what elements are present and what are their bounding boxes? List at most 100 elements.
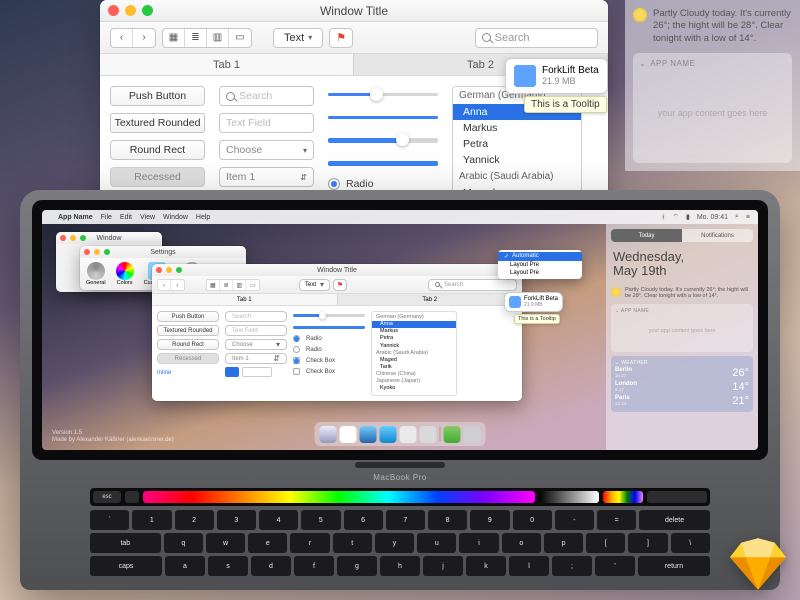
key[interactable]: O	[502, 533, 541, 553]
key[interactable]: Q	[164, 533, 203, 553]
mail-icon[interactable]	[380, 426, 397, 443]
key[interactable]: Y	[375, 533, 414, 553]
text-dropdown[interactable]: Text▾	[273, 28, 323, 48]
tb-gray-slider[interactable]	[539, 491, 599, 503]
menu-window[interactable]: Window	[163, 214, 188, 221]
key[interactable]: 3	[217, 510, 256, 530]
key[interactable]: U	[417, 533, 456, 553]
key[interactable]: 4	[259, 510, 298, 530]
menu-item[interactable]: Layout Pre	[498, 269, 582, 277]
popup-menu[interactable]: ✓Automatic Layout Pre Layout Pre	[498, 250, 582, 279]
list-item[interactable]: Petra	[453, 136, 581, 152]
tab-1[interactable]: Tab 1	[100, 54, 354, 75]
app-icon[interactable]	[420, 426, 437, 443]
tb-button[interactable]	[125, 491, 139, 503]
nav-segment[interactable]: ‹›	[110, 28, 156, 48]
key[interactable]: '	[595, 556, 635, 576]
flag-button[interactable]: ⚑	[329, 28, 353, 48]
slider-1[interactable]	[328, 86, 438, 102]
wifi-icon[interactable]: ⌔	[672, 213, 679, 222]
key[interactable]: F	[294, 556, 334, 576]
slider-2[interactable]	[328, 109, 438, 125]
key[interactable]: ]	[628, 533, 667, 553]
key[interactable]: 2	[175, 510, 214, 530]
touch-bar[interactable]: esc	[90, 488, 710, 506]
key[interactable]: 9	[470, 510, 509, 530]
nc-icon[interactable]: ≡	[746, 214, 750, 221]
battery-icon[interactable]: ▮	[686, 213, 690, 221]
chevron-left-icon[interactable]: ‹	[111, 29, 133, 47]
toolbar-search[interactable]: Search	[428, 279, 517, 291]
list-item[interactable]: Markus	[453, 120, 581, 136]
search-icon[interactable]: ⌕	[735, 213, 739, 221]
dock[interactable]	[315, 422, 486, 446]
list-item[interactable]: Yannick	[453, 152, 581, 168]
search-field[interactable]: Search	[219, 86, 314, 106]
key[interactable]: W	[206, 533, 245, 553]
key[interactable]: E	[248, 533, 287, 553]
tb-color-slider[interactable]	[143, 491, 535, 503]
key[interactable]: 7	[386, 510, 425, 530]
menu-view[interactable]: View	[140, 214, 155, 221]
key[interactable]: ;	[552, 556, 592, 576]
list-view-icon[interactable]: ≣	[185, 29, 207, 47]
app-icon[interactable]	[340, 426, 357, 443]
key[interactable]: \	[671, 533, 710, 553]
menu-help[interactable]: Help	[196, 214, 210, 221]
tab-1[interactable]: Tab 1	[152, 294, 338, 305]
folder-icon[interactable]	[444, 426, 461, 443]
key[interactable]: T	[333, 533, 372, 553]
menu-edit[interactable]: Edit	[120, 214, 132, 221]
nc-tabs[interactable]: TodayNotifications	[611, 229, 753, 242]
tb-esc[interactable]: esc	[93, 491, 121, 503]
menu-item[interactable]: ✓Automatic	[498, 252, 582, 261]
key[interactable]: 8	[428, 510, 467, 530]
key[interactable]: P	[544, 533, 583, 553]
radio-selected[interactable]: Radio	[328, 178, 438, 190]
column-view-icon[interactable]: ▥	[207, 29, 229, 47]
tb-control-strip[interactable]	[647, 491, 707, 503]
key[interactable]: H	[380, 556, 420, 576]
key[interactable]: K	[466, 556, 506, 576]
key[interactable]: [	[586, 533, 625, 553]
key[interactable]: 5	[301, 510, 340, 530]
key[interactable]: =	[597, 510, 636, 530]
roundrect-button[interactable]: Round Rect	[110, 140, 205, 160]
gallery-view-icon[interactable]: ▭	[229, 29, 251, 47]
nav-segment[interactable]: ‹›	[157, 279, 185, 291]
slider-4[interactable]	[328, 155, 438, 171]
key[interactable]: tab	[90, 533, 161, 553]
key[interactable]: S	[208, 556, 248, 576]
slider-3[interactable]	[328, 132, 438, 148]
toolbar-search[interactable]: Search	[475, 28, 598, 48]
view-segment[interactable]: ▦≣▥▭	[206, 279, 260, 291]
app-icon[interactable]	[400, 426, 417, 443]
textured-button[interactable]: Textured Rounded	[110, 113, 205, 133]
key[interactable]: I	[459, 533, 498, 553]
key[interactable]: delete	[639, 510, 710, 530]
key[interactable]: J	[423, 556, 463, 576]
key[interactable]: 0	[513, 510, 552, 530]
item-popup[interactable]: Item 1⇵	[219, 167, 314, 187]
main-window-laptop[interactable]: Window Title ‹› ▦≣▥▭ Text ▾ ⚑ Search Tab…	[152, 264, 522, 401]
chevron-right-icon[interactable]: ›	[133, 29, 155, 47]
app-menu[interactable]: App Name	[58, 214, 93, 221]
menu-item[interactable]: Layout Pre	[498, 261, 582, 269]
key[interactable]: G	[337, 556, 377, 576]
icon-view-icon[interactable]: ▦	[163, 29, 185, 47]
trash-icon[interactable]	[464, 426, 481, 443]
key[interactable]: D	[251, 556, 291, 576]
tab-2[interactable]: Tab 2	[338, 294, 523, 305]
choose-popup[interactable]: Choose▾	[219, 140, 314, 160]
key[interactable]: R	[290, 533, 329, 553]
key[interactable]: A	[165, 556, 205, 576]
view-segment[interactable]: ▦≣▥▭	[162, 28, 252, 48]
bluetooth-icon[interactable]: ᚼ	[661, 214, 665, 221]
text-dropdown[interactable]: Text ▾	[299, 279, 330, 291]
finder-icon[interactable]	[320, 426, 337, 443]
key[interactable]: L	[509, 556, 549, 576]
key[interactable]: `	[90, 510, 129, 530]
push-button[interactable]: Push Button	[110, 86, 205, 106]
menu-file[interactable]: File	[101, 214, 112, 221]
key[interactable]: -	[555, 510, 594, 530]
